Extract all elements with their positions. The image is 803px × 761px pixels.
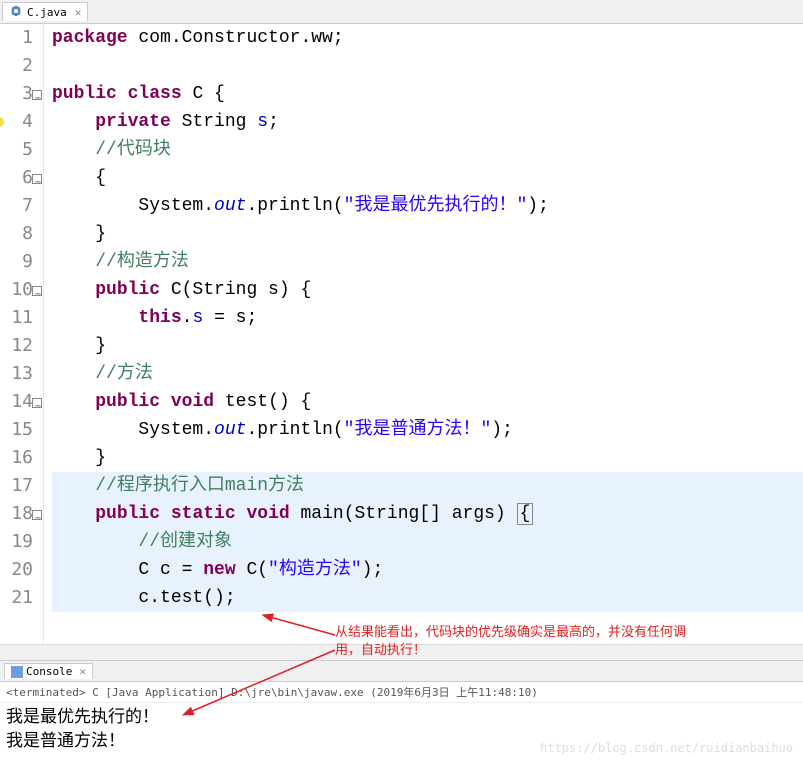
- editor-tab-cjava[interactable]: C.java ✕: [2, 2, 88, 21]
- console-line: 我是最优先执行的！: [6, 705, 797, 729]
- code-line: //构造方法: [52, 248, 803, 276]
- line-number: 17: [0, 472, 33, 500]
- line-number: 11: [0, 304, 33, 332]
- line-number: 19: [0, 528, 33, 556]
- code-line: {: [52, 164, 803, 192]
- line-number: 2: [0, 52, 33, 80]
- code-line: C c = new C("构造方法");: [52, 556, 803, 584]
- bracket-match: {: [517, 503, 534, 525]
- code-line: //创建对象: [52, 528, 803, 556]
- code-line: //程序执行入口main方法: [52, 472, 803, 500]
- code-line: private String s;: [52, 108, 803, 136]
- code-line: System.out.println("我是最优先执行的！");: [52, 192, 803, 220]
- line-number: 8: [0, 220, 33, 248]
- line-number: 5: [0, 136, 33, 164]
- code-line: }: [52, 444, 803, 472]
- watermark: https://blog.csdn.net/ruidianbaihuo: [540, 741, 793, 755]
- close-icon[interactable]: ✕: [75, 6, 82, 19]
- line-number: 7: [0, 192, 33, 220]
- line-number: 16: [0, 444, 33, 472]
- code-line: public class C {: [52, 80, 803, 108]
- line-number: 1: [0, 24, 33, 52]
- editor-tab-bar: C.java ✕: [0, 0, 803, 24]
- fold-toggle[interactable]: 3: [0, 80, 33, 108]
- fold-toggle[interactable]: 10: [0, 276, 33, 304]
- line-number: 21: [0, 584, 33, 612]
- code-line: [52, 52, 803, 80]
- code-line: package com.Constructor.ww;: [52, 24, 803, 52]
- fold-toggle[interactable]: 6: [0, 164, 33, 192]
- console-tab-label: Console: [26, 665, 72, 678]
- warning-marker[interactable]: 4: [0, 108, 33, 136]
- line-number: 20: [0, 556, 33, 584]
- java-file-icon: [9, 5, 23, 19]
- code-line: }: [52, 220, 803, 248]
- close-icon[interactable]: ✕: [79, 665, 86, 678]
- code-line: public static void main(String[] args) {: [52, 500, 803, 528]
- line-number: 9: [0, 248, 33, 276]
- code-line: this.s = s;: [52, 304, 803, 332]
- console-icon: [11, 666, 23, 678]
- console-status: <terminated> C [Java Application] D:\jre…: [0, 682, 803, 703]
- line-number: 15: [0, 416, 33, 444]
- code-line: System.out.println("我是普通方法！");: [52, 416, 803, 444]
- line-number: 12: [0, 332, 33, 360]
- code-line: //方法: [52, 360, 803, 388]
- tab-filename: C.java: [27, 6, 67, 19]
- line-number: 13: [0, 360, 33, 388]
- code-line: public C(String s) {: [52, 276, 803, 304]
- code-line: c.test();: [52, 584, 803, 612]
- code-line: public void test() {: [52, 388, 803, 416]
- code-line: }: [52, 332, 803, 360]
- console-tab-bar: Console ✕: [0, 660, 803, 682]
- code-content[interactable]: package com.Constructor.ww; public class…: [44, 24, 803, 644]
- line-number-gutter: 1 2 3 4 5 6 7 8 9 10 11 12 13 14 15 16 1…: [0, 24, 44, 644]
- fold-toggle[interactable]: 14: [0, 388, 33, 416]
- console-tab[interactable]: Console ✕: [4, 663, 93, 679]
- annotation-text: 从结果能看出，代码块的优先级确实是最高的，并没有任何调 用，自动执行！: [335, 624, 686, 660]
- fold-toggle[interactable]: 18: [0, 500, 33, 528]
- code-line: //代码块: [52, 136, 803, 164]
- code-editor[interactable]: 1 2 3 4 5 6 7 8 9 10 11 12 13 14 15 16 1…: [0, 24, 803, 644]
